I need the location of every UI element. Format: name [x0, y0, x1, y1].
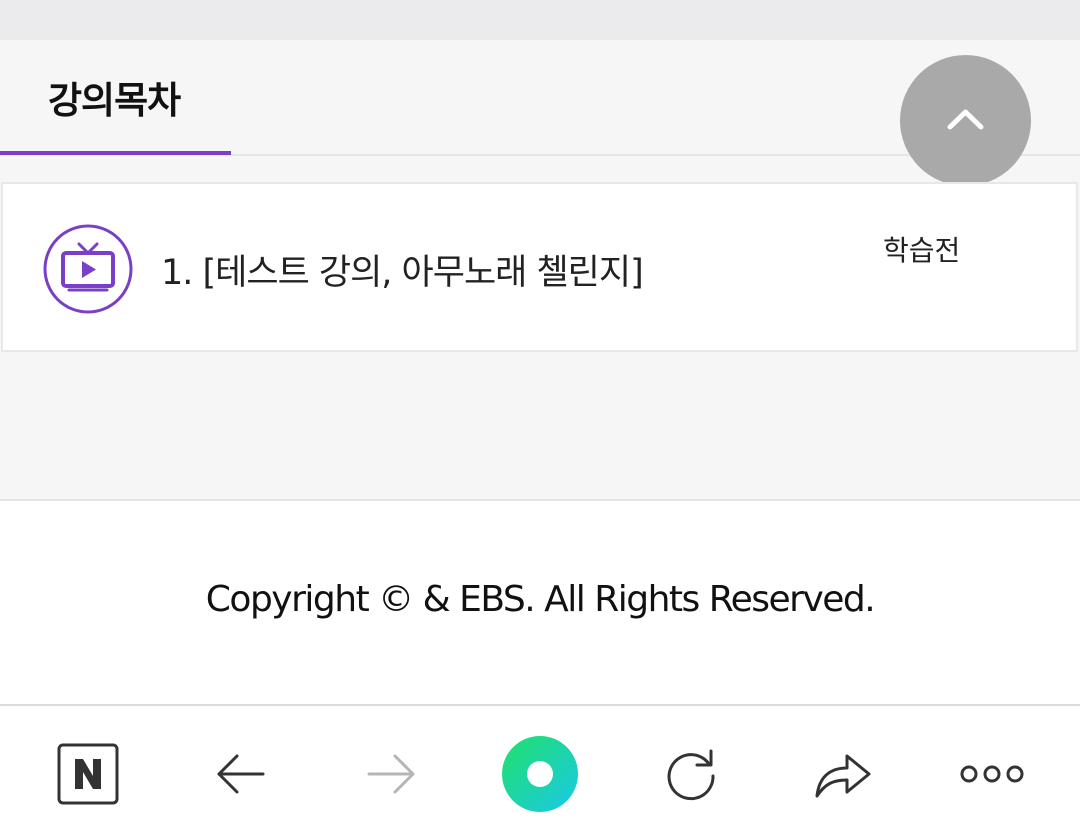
lecture-list-item[interactable]: 1. [테스트 강의, 아무노래 첼린지] 학습전	[1, 182, 1078, 352]
tab-lecture-contents[interactable]: 강의목차	[0, 40, 231, 155]
arrow-right-icon	[367, 754, 415, 794]
tv-play-icon	[43, 224, 133, 314]
more-button[interactable]	[952, 734, 1032, 814]
forward-button[interactable]	[351, 734, 431, 814]
footer: Copyright © & EBS. All Rights Reserved.	[0, 499, 1080, 706]
lecture-title[interactable]: 1. [테스트 강의, 아무노래 첼린지]	[161, 244, 644, 295]
share-button[interactable]	[803, 734, 883, 814]
share-icon	[815, 754, 871, 798]
refresh-icon	[667, 749, 715, 801]
naver-home-button[interactable]	[48, 734, 128, 814]
home-circle-icon	[502, 736, 578, 812]
back-button[interactable]	[201, 734, 281, 814]
tab-active-indicator	[0, 151, 231, 155]
copyright-text: Copyright © & EBS. All Rights Reserved.	[205, 579, 876, 620]
browser-bottom-nav	[0, 704, 1080, 839]
refresh-button[interactable]	[651, 734, 731, 814]
chevron-up-icon	[947, 109, 984, 130]
tab-label: 강의목차	[48, 79, 181, 122]
naver-n-icon	[57, 743, 119, 805]
lecture-status-badge: 학습전	[883, 234, 961, 267]
home-circle-button[interactable]	[500, 734, 580, 814]
scroll-top-button[interactable]	[900, 55, 1031, 186]
status-strip	[0, 0, 1080, 40]
arrow-left-icon	[217, 754, 265, 794]
more-dots-icon	[960, 765, 1024, 783]
